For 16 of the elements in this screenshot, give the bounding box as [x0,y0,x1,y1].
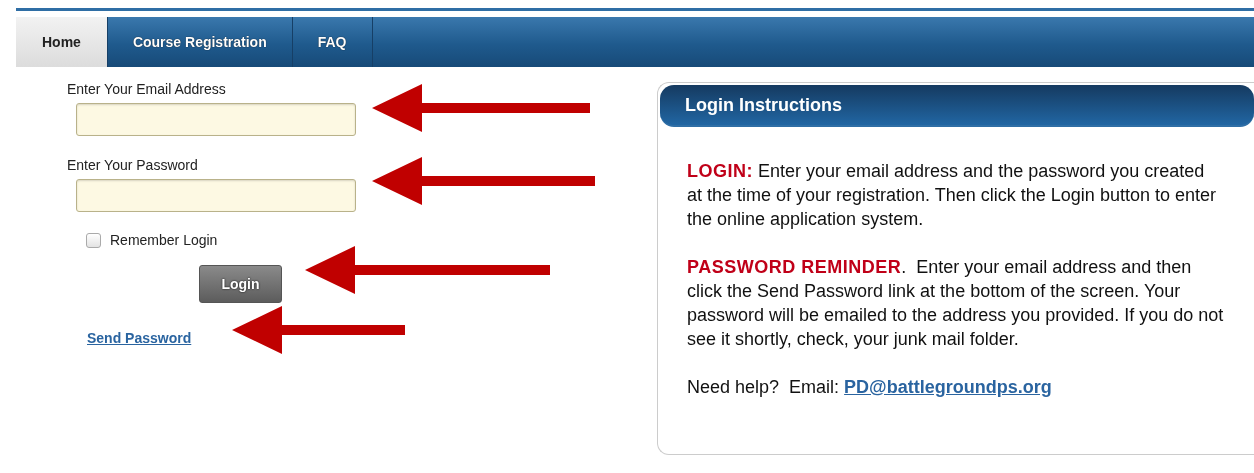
email-label: Enter Your Email Address [67,81,227,97]
email-link[interactable]: PD@battlegroundps.org [844,377,1052,397]
panel-header: Login Instructions [660,85,1254,127]
nav-tab[interactable]: FAQ [292,17,373,67]
instruction-paragraph: PASSWORD REMINDER. Enter your email address and then click the Send Password link at the bottom of the screen. Your password will be emailed to the address you provided. If you do not see it shortly, check, your junk mail folder. [687,256,1224,351]
nav-tab[interactable]: Course Registration [107,17,293,67]
login-button[interactable]: Login [199,265,282,303]
nav-tab[interactable]: Home [16,17,108,67]
remember-checkbox[interactable] [86,232,101,248]
email-field[interactable] [76,103,356,136]
send-password-link[interactable]: Send Password [87,330,192,346]
remember-label: Remember Login [110,232,218,248]
password-label: Enter Your Password [67,157,199,173]
help-text: Need help? Email: PD@battlegroundps.org [687,376,1053,399]
instruction-paragraph: LOGIN: Enter your email address and the password you created at the time of your registration. Then click the Login button to enter the online application system. [687,160,1217,231]
password-field[interactable] [76,179,356,212]
